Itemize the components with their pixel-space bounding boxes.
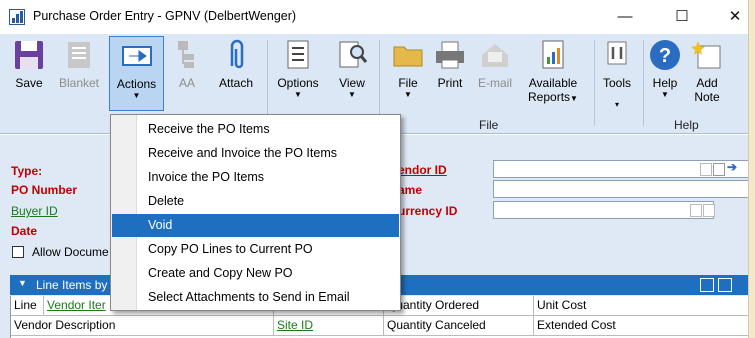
date-label: Date [11,224,38,238]
help-button[interactable]: ? Help ▼ [646,38,684,108]
reports-icon [536,38,570,72]
close-button[interactable]: ✕ [712,4,748,30]
currency-id-label: urrency ID [398,204,458,218]
actions-icon [120,39,154,73]
menu-item-delete[interactable]: Delete [112,190,399,213]
printer-icon [433,38,467,72]
actions-button[interactable]: Actions ▼ [109,36,164,111]
file-button[interactable]: File ▼ [390,38,426,108]
chevron-down-icon: ▾ [614,100,619,109]
tools-icon [600,38,634,72]
po-number-label: PO Number [11,183,78,197]
email-button[interactable]: E-mail [473,38,517,108]
chevron-down-icon: ▼ [661,90,669,99]
options-button[interactable]: Options ▼ [272,38,324,108]
chevron-down-icon: ▼ [404,90,412,99]
window-title: Purchase Order Entry - GPNV (DelbertWeng… [33,9,297,23]
new-document-icon[interactable] [713,163,725,176]
menu-item-receive-and-invoice[interactable]: Receive and Invoice the PO Items [112,142,399,165]
title-bar: Purchase Order Entry - GPNV (DelbertWeng… [0,0,748,34]
menu-item-receive-po-items[interactable]: Receive the PO Items [112,118,399,141]
column-unit-cost[interactable]: Unit Cost [534,296,748,316]
vendor-name-label: ame [398,183,423,197]
attach-button[interactable]: Attach [212,38,260,108]
chevron-down-icon: ▼ [294,90,302,99]
vendor-id-link[interactable]: endor ID [398,163,447,177]
column-vendor-description[interactable]: Vendor Description [11,316,274,336]
menu-item-copy-po-lines[interactable]: Copy PO Lines to Current PO [112,238,399,261]
svg-text:?: ? [659,45,671,67]
currency-id-field[interactable] [493,201,714,219]
currency-lookup-icon[interactable] [690,204,702,217]
buyer-id-link[interactable]: Buyer ID [11,204,58,218]
folder-icon [391,38,425,72]
purchase-order-entry-window: Purchase Order Entry - GPNV (DelbertWeng… [0,0,749,338]
column-site-id[interactable]: Site ID [274,316,384,336]
app-icon [9,9,25,25]
menu-item-void[interactable]: Void [112,214,399,237]
blanket-icon [62,38,96,72]
menu-item-invoice-po-items[interactable]: Invoice the PO Items [112,166,399,189]
allow-documents-label: Allow Docume [32,245,109,259]
allow-documents-checkbox[interactable] [12,246,24,258]
chevron-down-icon: ▼ [132,91,141,100]
collapse-icon[interactable]: ▼ [18,278,27,288]
blanket-button[interactable]: Blanket [54,38,104,108]
help-icon: ? [648,38,682,72]
chevron-down-icon: ▼ [570,94,578,103]
expand-arrow-icon[interactable]: ➔ [727,160,737,174]
aa-icon [170,38,204,72]
menu-item-create-and-copy[interactable]: Create and Copy New PO [112,262,399,285]
vendor-name-field[interactable] [493,180,748,198]
add-note-button[interactable]: Add Note [686,38,728,108]
column-quantity-ordered[interactable]: Quantity Ordered [384,296,534,316]
email-icon [478,38,512,72]
view-button[interactable]: View ▼ [335,38,369,108]
maximize-button[interactable]: ☐ [659,4,705,30]
file-group-label: File [479,118,499,132]
lookup-icon[interactable] [700,163,712,176]
save-icon [12,38,46,72]
column-line[interactable]: Line [11,296,44,316]
column-extended-cost[interactable]: Extended Cost [534,316,748,336]
paperclip-icon [219,38,253,72]
aa-button[interactable]: AA [170,38,204,108]
type-label: Type: [11,164,43,178]
note-icon [690,38,724,72]
chevron-down-icon: ▼ [348,90,356,99]
menu-item-select-attachments[interactable]: Select Attachments to Send in Email [112,286,399,309]
tools-button[interactable]: Tools ▾ [598,38,636,109]
grid-expand-icon[interactable] [700,278,714,292]
column-quantity-canceled[interactable]: Quantity Canceled [384,316,534,336]
available-reports-button[interactable]: Available Reports▼ [522,38,584,108]
save-button[interactable]: Save [9,38,49,108]
grid-collapse-icon[interactable] [718,278,732,292]
currency-expand-icon[interactable] [703,204,715,217]
line-items-label: Line Items by [36,278,108,292]
help-group-label: Help [674,118,699,132]
options-icon [281,38,315,72]
print-button[interactable]: Print [430,38,470,108]
view-icon [335,38,369,72]
actions-dropdown-menu: Receive the PO Items Receive and Invoice… [110,114,401,311]
minimize-button[interactable]: — [602,4,648,30]
